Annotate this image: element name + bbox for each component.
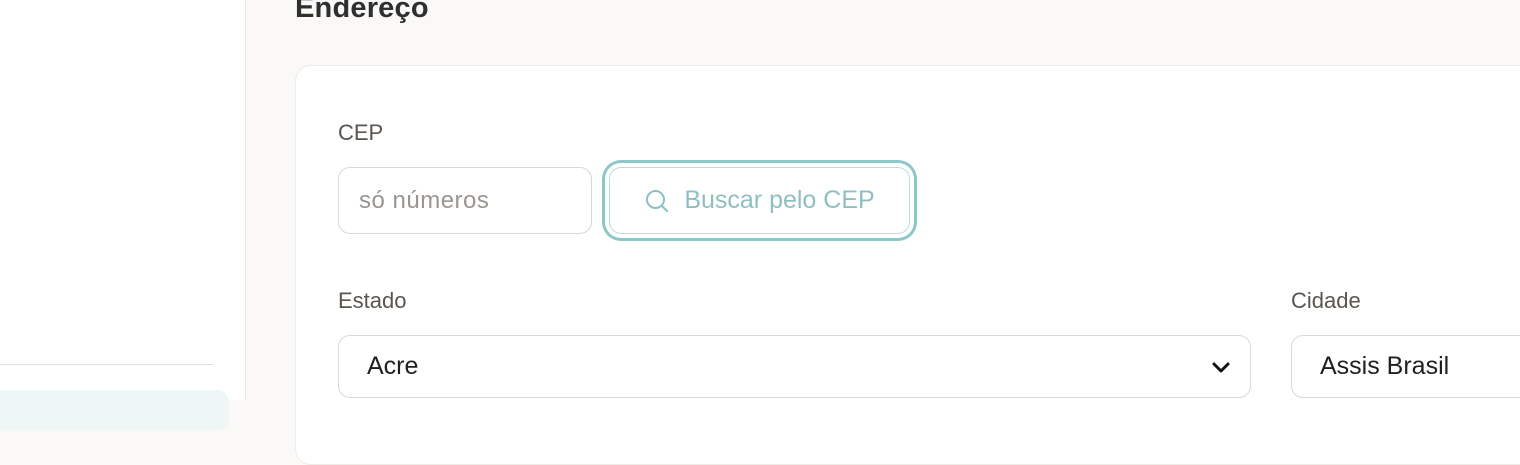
chevron-down-icon	[1210, 356, 1232, 378]
city-label: Cidade	[1291, 288, 1361, 313]
cep-input[interactable]	[338, 167, 592, 234]
state-select-value: Acre	[367, 352, 419, 380]
city-select[interactable]: Assis Brasil	[1291, 335, 1520, 398]
search-icon	[644, 188, 670, 214]
sidebar-item-active[interactable]	[0, 390, 229, 430]
city-select-value: Assis Brasil	[1320, 352, 1450, 380]
state-select[interactable]: Acre	[338, 335, 1251, 398]
section-title: Endereço	[295, 0, 429, 24]
sidebar-divider	[0, 364, 213, 365]
main-content: Endereço CEP Buscar pelo CEP Estado Acre…	[247, 0, 1520, 465]
state-label: Estado	[338, 288, 407, 313]
search-cep-button[interactable]: Buscar pelo CEP	[609, 167, 910, 234]
cep-label: CEP	[338, 120, 384, 145]
address-card: CEP Buscar pelo CEP Estado Acre Cidade A…	[295, 65, 1520, 465]
sidebar	[0, 0, 246, 430]
search-cep-button-label: Buscar pelo CEP	[684, 186, 875, 214]
